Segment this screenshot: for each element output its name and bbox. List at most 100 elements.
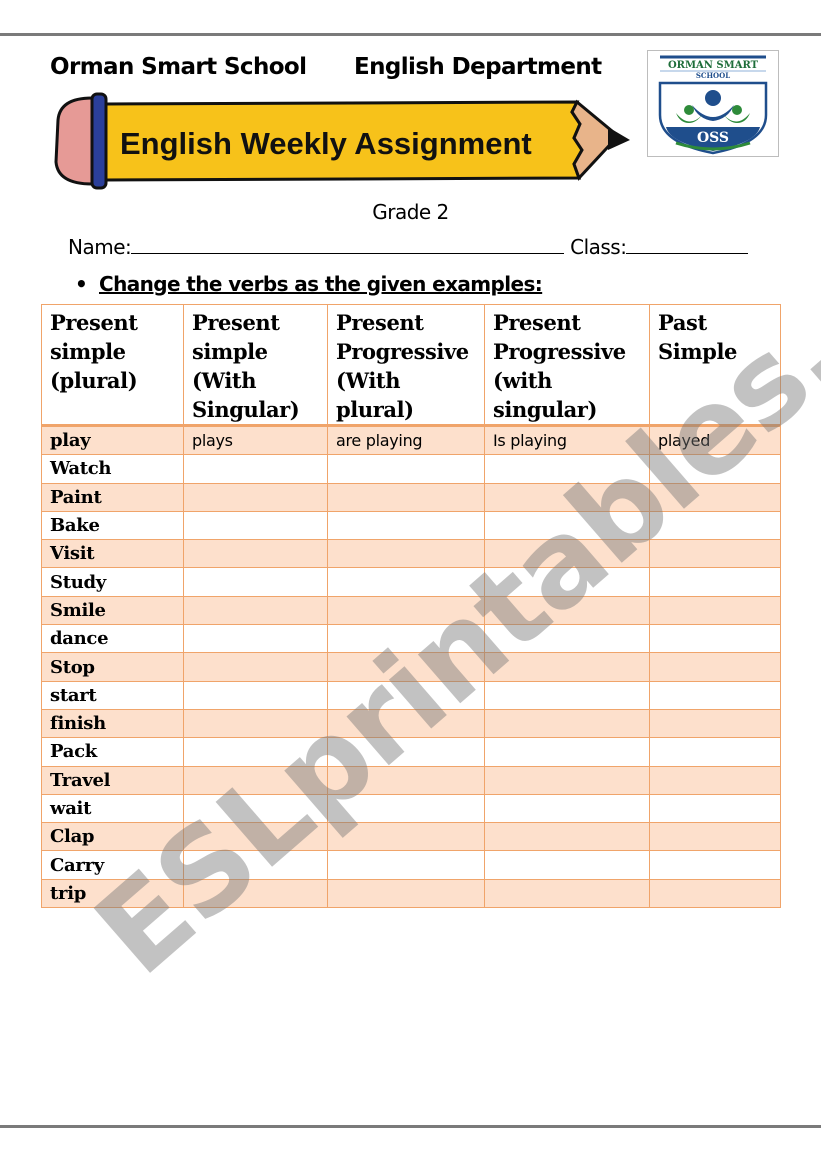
answer-cell[interactable]	[484, 850, 650, 880]
answer-cell[interactable]	[327, 765, 485, 795]
answer-cell[interactable]	[484, 737, 650, 767]
table-row: Carry	[41, 850, 781, 880]
pencil-banner: English Weekly Assignment	[54, 92, 630, 190]
answer-cell[interactable]	[649, 793, 781, 824]
table-row: start	[41, 680, 781, 710]
department-name: English Department	[354, 54, 602, 80]
base-verb-cell: wait	[41, 793, 184, 824]
answer-cell[interactable]	[183, 539, 328, 569]
bullet-icon: •	[75, 272, 88, 296]
bottom-page-rule	[0, 1125, 821, 1128]
answer-cell[interactable]	[484, 539, 650, 569]
answer-cell[interactable]	[327, 850, 485, 880]
answer-cell[interactable]	[327, 737, 485, 767]
answer-cell[interactable]	[183, 624, 328, 654]
answer-cell[interactable]	[649, 595, 781, 626]
answer-cell[interactable]	[649, 510, 781, 541]
answer-cell[interactable]	[327, 652, 485, 682]
answer-cell[interactable]	[649, 878, 781, 909]
base-verb-cell: Carry	[41, 850, 184, 880]
header-present-simple-singular: Present simple (With Singular)	[183, 304, 328, 426]
name-class-line: Name: Class:	[68, 235, 749, 259]
answer-cell[interactable]	[327, 510, 485, 541]
table-row: Paint	[41, 482, 781, 512]
name-field[interactable]	[131, 235, 565, 254]
answer-cell[interactable]	[327, 567, 485, 597]
answer-cell[interactable]	[183, 793, 328, 824]
answer-cell[interactable]	[484, 878, 650, 909]
answer-cell[interactable]	[484, 624, 650, 654]
answer-cell[interactable]	[183, 765, 328, 795]
answer-cell[interactable]	[327, 595, 485, 626]
base-verb-cell: finish	[41, 708, 184, 739]
answer-cell[interactable]	[484, 680, 650, 710]
table-row: Bake	[41, 510, 781, 541]
answer-cell[interactable]	[183, 680, 328, 710]
base-verb-cell: trip	[41, 878, 184, 909]
table-row: Watch	[41, 454, 781, 484]
table-row: Clap	[41, 822, 781, 852]
answer-cell[interactable]	[327, 539, 485, 569]
answer-cell[interactable]	[649, 708, 781, 739]
answer-cell[interactable]	[649, 765, 781, 795]
base-verb-cell: Pack	[41, 737, 184, 767]
answer-cell[interactable]	[649, 624, 781, 654]
answer-cell[interactable]	[484, 595, 650, 626]
answer-cell[interactable]	[183, 708, 328, 739]
logo-sub-text: SCHOOL	[696, 71, 730, 80]
answer-cell[interactable]	[183, 878, 328, 909]
answer-cell[interactable]	[484, 652, 650, 682]
answer-cell[interactable]	[484, 482, 650, 512]
answer-cell[interactable]	[327, 708, 485, 739]
answer-cell[interactable]	[484, 822, 650, 852]
answer-cell[interactable]	[649, 680, 781, 710]
logo-initials: OSS	[697, 130, 729, 146]
verb-table: Present simple (plural) Present simple (…	[41, 304, 781, 909]
answer-cell[interactable]	[183, 454, 328, 484]
banner-title: English Weekly Assignment	[120, 126, 532, 161]
example-past-simple: played	[649, 423, 781, 456]
base-verb-cell: Stop	[41, 652, 184, 682]
answer-cell[interactable]	[649, 539, 781, 569]
top-page-rule	[0, 33, 821, 36]
answer-cell[interactable]	[183, 567, 328, 597]
answer-cell[interactable]	[327, 822, 485, 852]
answer-cell[interactable]	[183, 652, 328, 682]
grade-label: Grade 2	[372, 200, 449, 224]
example-verb: play	[41, 423, 184, 456]
answer-cell[interactable]	[649, 482, 781, 512]
answer-cell[interactable]	[484, 793, 650, 824]
answer-cell[interactable]	[327, 680, 485, 710]
class-field[interactable]	[626, 235, 749, 254]
answer-cell[interactable]	[484, 454, 650, 484]
answer-cell[interactable]	[327, 482, 485, 512]
table-row: Study	[41, 567, 781, 597]
answer-cell[interactable]	[649, 737, 781, 767]
answer-cell[interactable]	[649, 567, 781, 597]
answer-cell[interactable]	[183, 737, 328, 767]
answer-cell[interactable]	[183, 510, 328, 541]
answer-cell[interactable]	[183, 822, 328, 852]
answer-cell[interactable]	[327, 454, 485, 484]
answer-cell[interactable]	[649, 850, 781, 880]
answer-cell[interactable]	[327, 624, 485, 654]
answer-cell[interactable]	[649, 822, 781, 852]
answer-cell[interactable]	[484, 708, 650, 739]
base-verb-cell: Travel	[41, 765, 184, 795]
answer-cell[interactable]	[484, 510, 650, 541]
base-verb-cell: Paint	[41, 482, 184, 512]
answer-cell[interactable]	[484, 765, 650, 795]
answer-cell[interactable]	[183, 595, 328, 626]
header-past-simple: Past Simple	[649, 304, 781, 426]
base-verb-cell: Clap	[41, 822, 184, 852]
answer-cell[interactable]	[327, 793, 485, 824]
answer-cell[interactable]	[327, 878, 485, 909]
base-verb-cell: Watch	[41, 454, 184, 484]
answer-cell[interactable]	[183, 850, 328, 880]
base-verb-cell: Smile	[41, 595, 184, 626]
answer-cell[interactable]	[183, 482, 328, 512]
header-present-progressive-plural: Present Progressive (With plural)	[327, 304, 485, 426]
answer-cell[interactable]	[649, 652, 781, 682]
answer-cell[interactable]	[649, 454, 781, 484]
answer-cell[interactable]	[484, 567, 650, 597]
